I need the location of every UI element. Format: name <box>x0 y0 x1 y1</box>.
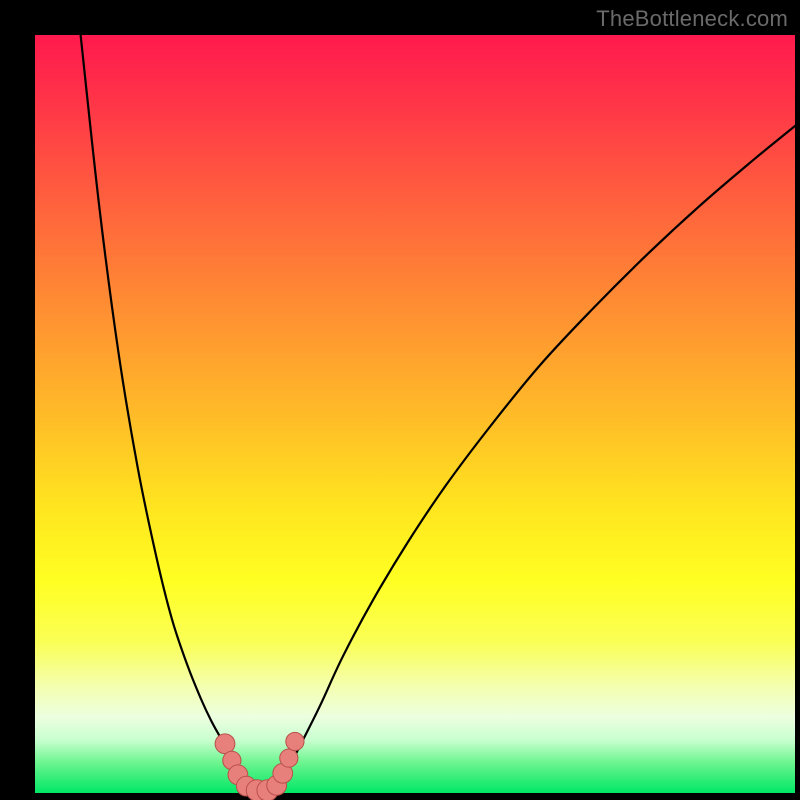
data-marker <box>280 749 298 767</box>
chart-frame: TheBottleneck.com <box>0 0 800 800</box>
data-marker <box>215 734 235 754</box>
data-marker <box>286 732 304 750</box>
watermark-text: TheBottleneck.com <box>596 6 788 32</box>
gradient-background <box>35 35 795 793</box>
bottleneck-curve-chart <box>0 0 800 800</box>
